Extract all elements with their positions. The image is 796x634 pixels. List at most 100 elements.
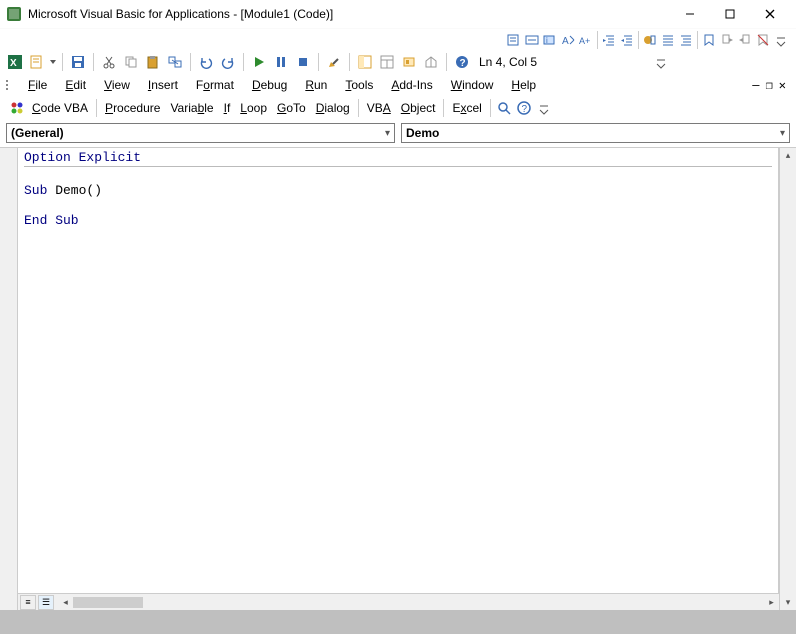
mdi-minimize-button[interactable]: – xyxy=(752,78,759,92)
uncomment-block-icon[interactable] xyxy=(677,31,695,49)
codevba-object[interactable]: Object xyxy=(397,99,440,117)
svg-text:?: ? xyxy=(521,104,527,115)
insert-module-icon[interactable] xyxy=(28,53,46,71)
scroll-left-icon[interactable]: ◂ xyxy=(58,596,73,609)
mdi-window-controls: – ❐ ✕ xyxy=(752,78,790,92)
scroll-right-icon[interactable]: ▸ xyxy=(764,596,779,609)
codevba-icon[interactable] xyxy=(8,99,26,117)
scroll-down-icon[interactable]: ▾ xyxy=(786,597,791,608)
menu-insert[interactable]: Insert xyxy=(140,75,186,95)
vba-app-icon xyxy=(6,6,22,22)
svg-text:?: ? xyxy=(460,58,466,69)
clear-bookmark-icon[interactable] xyxy=(754,31,772,49)
toolbar-options-icon[interactable] xyxy=(772,31,790,49)
break-icon[interactable] xyxy=(272,53,290,71)
procedure-dropdown[interactable]: Demo ▾ xyxy=(401,123,790,143)
codevba-vba[interactable]: VBA xyxy=(363,99,395,117)
object-dropdown[interactable]: (General) ▾ xyxy=(6,123,395,143)
list-members-icon[interactable] xyxy=(505,31,523,49)
codevba-loop[interactable]: Loop xyxy=(236,99,271,117)
svg-text:X: X xyxy=(10,58,17,69)
scroll-up-icon[interactable]: ▴ xyxy=(786,150,791,161)
undo-icon[interactable] xyxy=(197,53,215,71)
indent-icon[interactable] xyxy=(600,31,618,49)
svg-text:i: i xyxy=(546,36,548,45)
outdent-icon[interactable] xyxy=(618,31,636,49)
copy-icon[interactable] xyxy=(122,53,140,71)
separator xyxy=(490,99,491,117)
chevron-down-icon: ▾ xyxy=(780,128,785,139)
codevba-codevba[interactable]: Code VBA xyxy=(28,99,92,117)
run-icon[interactable] xyxy=(250,53,268,71)
code-editor[interactable]: Option Explicit Sub Demo() End Sub xyxy=(18,148,779,593)
next-bookmark-icon[interactable] xyxy=(718,31,736,49)
prev-bookmark-icon[interactable] xyxy=(736,31,754,49)
menu-help[interactable]: Help xyxy=(503,75,544,95)
quick-info-icon[interactable] xyxy=(523,31,541,49)
find-icon[interactable] xyxy=(166,53,184,71)
codevba-search-icon[interactable] xyxy=(495,99,513,117)
menu-edit[interactable]: Edit xyxy=(57,75,94,95)
declaration-separator xyxy=(24,166,772,167)
separator xyxy=(446,53,447,71)
full-module-view-button[interactable]: ☰ xyxy=(38,595,54,610)
mdi-close-button[interactable]: ✕ xyxy=(779,78,786,92)
code-text: Demo() xyxy=(47,183,102,198)
properties-icon[interactable] xyxy=(378,53,396,71)
dropdown-caret-icon[interactable] xyxy=(50,55,56,69)
reset-icon[interactable] xyxy=(294,53,312,71)
bookmark-icon[interactable] xyxy=(700,31,718,49)
complete-word-icon[interactable]: A xyxy=(559,31,577,49)
codevba-procedure[interactable]: Procedure xyxy=(101,99,164,117)
minimize-button[interactable] xyxy=(670,4,710,24)
toolbox-icon[interactable] xyxy=(422,53,440,71)
scroll-thumb[interactable] xyxy=(73,597,143,608)
separator xyxy=(243,53,244,71)
separator xyxy=(190,53,191,71)
separator xyxy=(318,53,319,71)
menubar-grip[interactable] xyxy=(6,80,14,90)
separator xyxy=(358,99,359,117)
separator xyxy=(96,99,97,117)
design-mode-icon[interactable] xyxy=(325,53,343,71)
project-explorer-icon[interactable] xyxy=(356,53,374,71)
codevba-variable[interactable]: Variable xyxy=(166,99,217,117)
maximize-button[interactable] xyxy=(710,4,750,24)
svg-text:A+: A+ xyxy=(579,36,590,46)
breakpoint-icon[interactable] xyxy=(641,31,659,49)
separator xyxy=(93,53,94,71)
menu-addins[interactable]: Add-Ins xyxy=(383,75,440,95)
redo-icon[interactable] xyxy=(219,53,237,71)
view-excel-icon[interactable]: X xyxy=(6,53,24,71)
menu-tools[interactable]: Tools xyxy=(337,75,381,95)
menu-window[interactable]: Window xyxy=(443,75,502,95)
margin-indicator-bar[interactable] xyxy=(0,148,18,610)
codevba-if[interactable]: If xyxy=(220,99,235,117)
comment-block-icon[interactable] xyxy=(659,31,677,49)
procedure-view-button[interactable]: ≡ xyxy=(20,595,36,610)
chevron-down-icon: ▾ xyxy=(385,128,390,139)
codevba-help-icon[interactable]: ? xyxy=(515,99,533,117)
codevba-goto[interactable]: GoTo xyxy=(273,99,310,117)
toolbar-options-icon[interactable] xyxy=(535,99,553,117)
mdi-restore-button[interactable]: ❐ xyxy=(766,78,773,92)
parameter-info-icon[interactable]: i xyxy=(541,31,559,49)
cursor-position: Ln 4, Col 5 xyxy=(479,55,537,69)
menu-file[interactable]: File xyxy=(20,75,55,95)
menu-debug[interactable]: Debug xyxy=(244,75,295,95)
close-button[interactable] xyxy=(750,4,790,24)
toolbar-options-icon[interactable] xyxy=(652,53,670,71)
menu-run[interactable]: Run xyxy=(297,75,335,95)
menu-format[interactable]: Format xyxy=(188,75,242,95)
codevba-excel[interactable]: Excel xyxy=(448,99,485,117)
menu-view[interactable]: View xyxy=(96,75,138,95)
help-icon[interactable]: ? xyxy=(453,53,471,71)
horizontal-scrollbar[interactable]: ◂ ▸ xyxy=(58,596,779,609)
codevba-dialog[interactable]: Dialog xyxy=(312,99,354,117)
complete-word2-icon[interactable]: A+ xyxy=(577,31,595,49)
paste-icon[interactable] xyxy=(144,53,162,71)
cut-icon[interactable] xyxy=(100,53,118,71)
vertical-scrollbar[interactable]: ▴ ▾ xyxy=(779,148,796,610)
save-icon[interactable] xyxy=(69,53,87,71)
object-browser-icon[interactable] xyxy=(400,53,418,71)
